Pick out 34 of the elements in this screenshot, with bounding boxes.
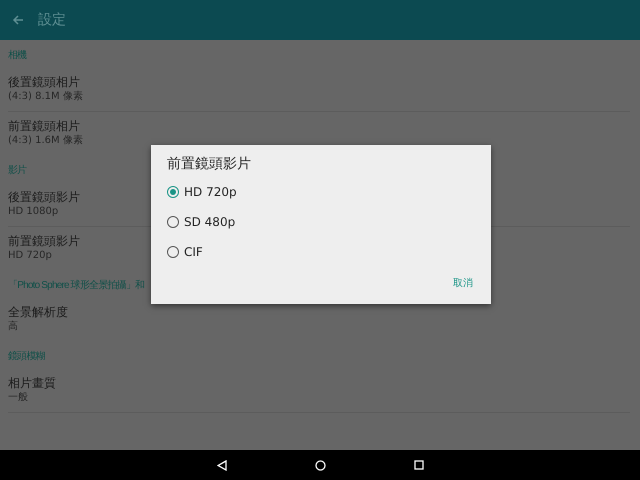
section-header: 「Photo Sphere 球形全景拍攝」和: [8, 278, 144, 293]
setting-title: 後置鏡頭影片: [8, 189, 80, 205]
option-label: SD 480p: [184, 215, 236, 229]
settings-item[interactable]: 後置鏡頭相片 (4:3) 8.1M 像素: [8, 68, 630, 112]
recents-icon[interactable]: [414, 460, 424, 470]
setting-value: (4:3) 8.1M 像素: [8, 90, 83, 103]
setting-title: 全景解析度: [8, 304, 68, 320]
setting-value: 一般: [8, 391, 28, 404]
back-arrow-icon[interactable]: [12, 15, 24, 25]
option-label: CIF: [184, 245, 203, 259]
home-icon[interactable]: [314, 460, 326, 470]
section-header: 相機: [8, 48, 26, 63]
radio-button[interactable]: [167, 186, 179, 198]
dialog-title: 前置鏡頭影片: [167, 155, 251, 173]
setting-title: 前置鏡頭影片: [8, 233, 80, 249]
back-icon[interactable]: [216, 460, 226, 470]
option-label: HD 720p: [184, 185, 237, 199]
section-header: 影片: [8, 164, 26, 178]
setting-title: 前置鏡頭相片: [8, 118, 80, 134]
section-header: 鏡頭模糊: [8, 350, 45, 364]
screen-title: 設定: [38, 11, 66, 29]
setting-value: 高: [8, 320, 18, 333]
radio-button[interactable]: [167, 246, 179, 258]
setting-title: 後置鏡頭相片: [8, 74, 80, 90]
radio-option[interactable]: HD 720p: [167, 177, 237, 207]
setting-title: 相片畫質: [8, 375, 56, 391]
setting-value: HD 720p: [8, 249, 52, 262]
radio-option[interactable]: CIF: [167, 237, 203, 267]
setting-value: HD 1080p: [8, 205, 58, 218]
setting-value: (4:3) 1.6M 像素: [8, 134, 83, 147]
cancel-button[interactable]: 取消: [451, 272, 475, 294]
radio-button[interactable]: [167, 216, 179, 228]
radio-option[interactable]: SD 480p: [167, 207, 236, 237]
settings-item[interactable]: 相片畫質 一般: [8, 369, 630, 413]
